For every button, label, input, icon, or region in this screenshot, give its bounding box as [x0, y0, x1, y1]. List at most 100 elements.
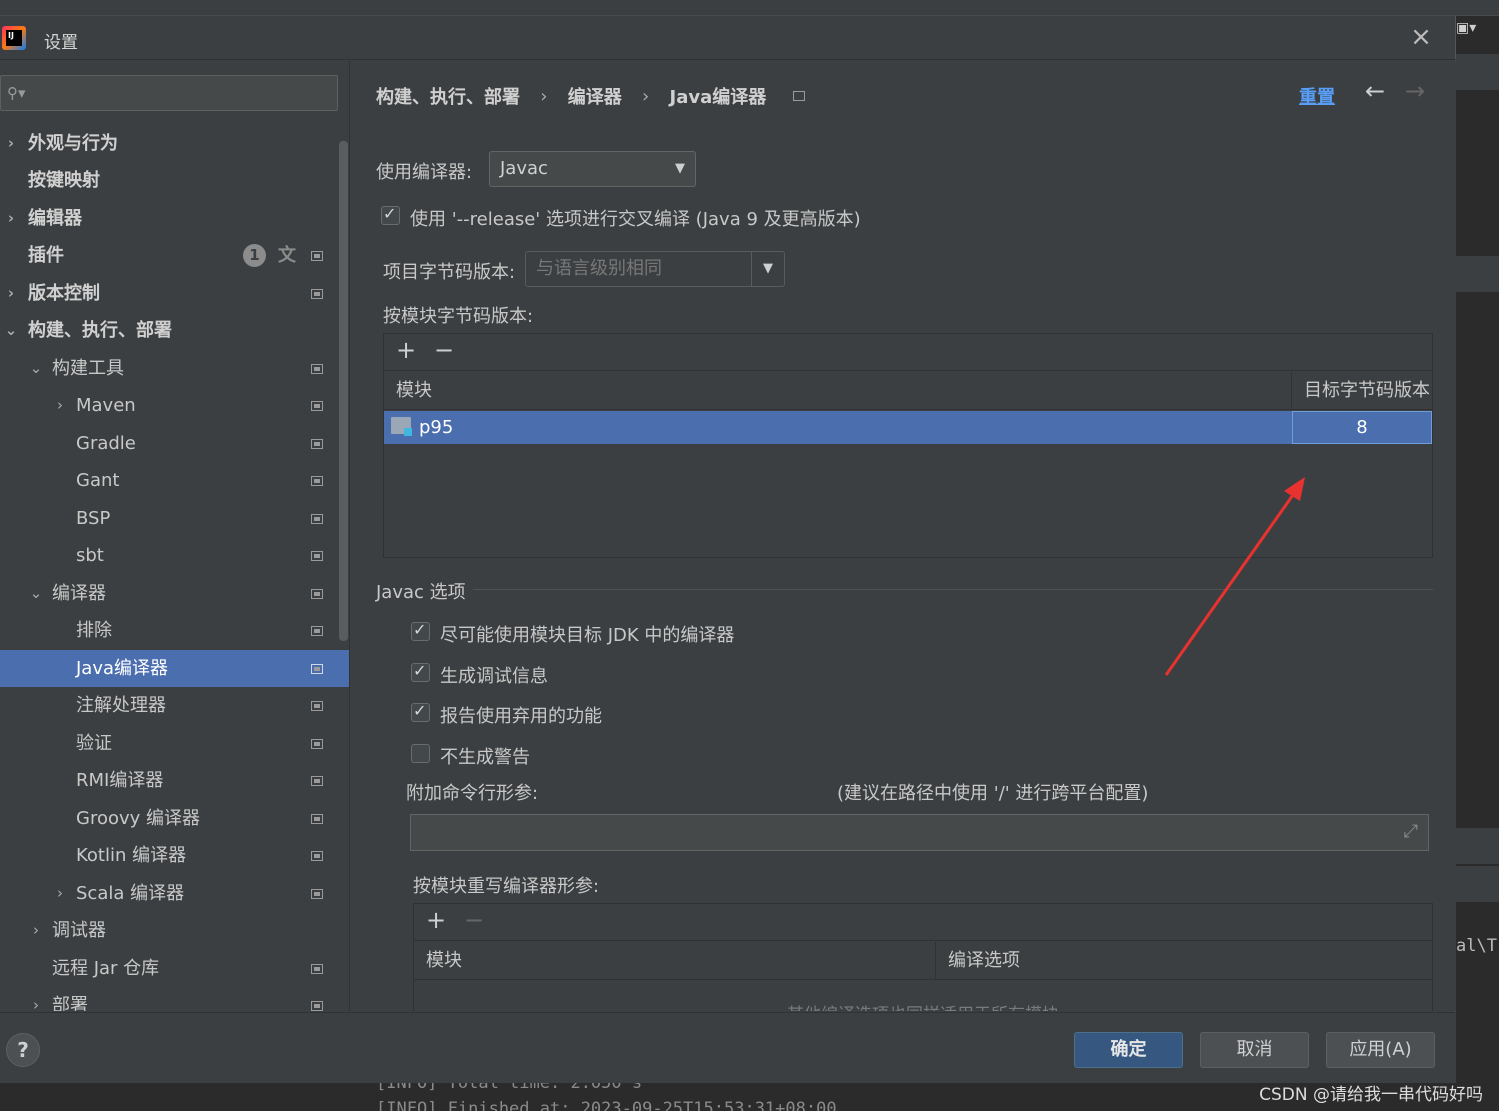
sidebar-item-maven[interactable]: › Maven: [0, 387, 349, 424]
back-arrow-icon[interactable]: ←: [1365, 77, 1385, 105]
sidebar-item-plugins[interactable]: 插件 1 文: [0, 237, 349, 274]
project-scope-icon: [311, 251, 323, 261]
compiler-select[interactable]: Javac ▼: [489, 151, 696, 187]
ide-background-text: al\T: [1456, 936, 1497, 956]
checkmark-icon: ✓: [413, 701, 427, 720]
close-icon[interactable]: ×: [1407, 24, 1435, 52]
remove-icon[interactable]: −: [434, 336, 454, 364]
sidebar-item-gant[interactable]: Gant: [0, 462, 349, 499]
forward-arrow-icon[interactable]: →: [1405, 77, 1425, 105]
table-row[interactable]: p95 8: [384, 411, 1432, 444]
sidebar-item-build[interactable]: ⌄ 构建、执行、部署: [0, 312, 349, 349]
dialog-footer: ? 确定 取消 应用(A): [0, 1012, 1456, 1083]
breadcrumb: 构建、执行、部署 › 编译器 › Java编译器: [376, 83, 805, 109]
sidebar-item-rmi-compiler[interactable]: RMI编译器: [0, 762, 349, 799]
release-option-checkbox[interactable]: ✓: [381, 204, 400, 225]
table-toolbar: + −: [414, 904, 1432, 941]
sidebar-item-deployment[interactable]: › 部署: [0, 987, 349, 1011]
sidebar-item-gradle[interactable]: Gradle: [0, 425, 349, 462]
sidebar-item-java-compiler[interactable]: Java编译器: [0, 650, 349, 687]
project-scope-icon: [311, 401, 323, 411]
option-label: 尽可能使用模块目标 JDK 中的编译器: [440, 625, 735, 646]
console-line: [INFO] Finished at: 2023-09-25T15:53:31+…: [376, 1099, 837, 1111]
expand-icon[interactable]: ⤢: [1404, 821, 1418, 842]
sidebar-item-sbt[interactable]: sbt: [0, 537, 349, 574]
update-count-badge: 1: [243, 244, 266, 267]
add-icon[interactable]: +: [396, 336, 416, 364]
sidebar-item-bsp[interactable]: BSP: [0, 500, 349, 537]
option-label: 生成调试信息: [440, 666, 548, 687]
use-compiler-label: 使用编译器:: [376, 162, 473, 183]
compiler-select-value: Javac: [500, 158, 548, 179]
project-scope-icon: [311, 551, 323, 561]
ok-button[interactable]: 确定: [1074, 1032, 1183, 1068]
extra-args-input[interactable]: ⤢: [410, 814, 1429, 851]
empty-table-text: 其他编译选项也同样适用于所有模块: [414, 1000, 1432, 1011]
project-scope-icon: [311, 289, 323, 299]
javac-section-title: Javac 选项: [376, 582, 466, 603]
table-header: 模块 目标字节码版本: [384, 372, 1432, 410]
column-header-target-version[interactable]: 目标字节码版本: [1292, 372, 1432, 410]
project-scope-icon: [311, 589, 323, 599]
settings-dialog: IJ 设置 × ⚲▾ › 外观与行为 按键映射 › 编辑器 插件 1 文 › 版…: [0, 16, 1456, 1083]
deprecation-checkbox[interactable]: ✓: [411, 701, 430, 722]
sidebar-item-editor[interactable]: › 编辑器: [0, 200, 349, 237]
module-name: p95: [419, 417, 454, 438]
override-params-label: 按模块重写编译器形参:: [413, 876, 600, 897]
target-version-cell[interactable]: 8: [1292, 411, 1432, 444]
apply-button[interactable]: 应用(A): [1326, 1032, 1435, 1068]
sidebar-item-remote-jar[interactable]: 远程 Jar 仓库: [0, 950, 349, 987]
module-marker-icon: [404, 428, 412, 436]
translate-icon: 文: [278, 245, 296, 266]
cancel-button[interactable]: 取消: [1200, 1032, 1309, 1068]
sidebar-item-appearance[interactable]: › 外观与行为: [0, 125, 349, 162]
project-scope-icon: [311, 701, 323, 711]
project-scope-icon: [311, 439, 323, 449]
settings-content: 构建、执行、部署 › 编译器 › Java编译器 重置 ← → 使用编译器: J…: [351, 61, 1456, 1011]
chevron-right-icon: ›: [7, 134, 15, 152]
project-scope-icon: [311, 626, 323, 636]
project-scope-icon: [311, 851, 323, 861]
chevron-down-icon: ⌄: [29, 359, 43, 377]
settings-search[interactable]: ⚲▾: [0, 75, 338, 111]
csdn-watermark: CSDN @请给我一串代码好吗: [1259, 1085, 1483, 1105]
breadcrumb-separator: ›: [540, 85, 548, 107]
project-bytecode-label: 项目字节码版本:: [383, 262, 516, 283]
sidebar-item-kotlin-compiler[interactable]: Kotlin 编译器: [0, 837, 349, 874]
add-icon[interactable]: +: [426, 906, 446, 934]
sidebar-item-validation[interactable]: 验证: [0, 725, 349, 762]
no-warnings-checkbox[interactable]: [411, 744, 430, 763]
sidebar-item-compiler[interactable]: ⌄ 编译器: [0, 575, 349, 612]
sidebar-item-excludes[interactable]: 排除: [0, 612, 349, 649]
column-header-module[interactable]: 模块: [414, 942, 936, 980]
sidebar-item-scala-compiler[interactable]: › Scala 编译器: [0, 875, 349, 912]
option-label: 报告使用弃用的功能: [440, 706, 602, 727]
checkmark-icon: ✓: [413, 661, 427, 680]
sidebar-item-build-tools[interactable]: ⌄ 构建工具: [0, 350, 349, 387]
chevron-right-icon: ›: [57, 884, 63, 902]
sidebar-item-vcs[interactable]: › 版本控制: [0, 275, 349, 312]
reset-link[interactable]: 重置: [1299, 83, 1335, 109]
sidebar-item-debugger[interactable]: › 调试器: [0, 912, 349, 949]
search-input[interactable]: [31, 80, 331, 106]
project-bytecode-select[interactable]: 与语言级别相同 ▼: [525, 251, 785, 287]
table-header: 模块 编译选项: [414, 942, 1432, 980]
column-header-compile-options[interactable]: 编译选项: [936, 942, 1431, 980]
debug-info-checkbox[interactable]: ✓: [411, 661, 430, 682]
chevron-right-icon: ›: [7, 284, 15, 302]
sidebar-item-keymap[interactable]: 按键映射: [0, 162, 349, 199]
dropdown-arrow-icon: ▼: [675, 161, 685, 176]
project-scope-icon: [311, 739, 323, 749]
sidebar-item-annotation-processors[interactable]: 注解处理器: [0, 687, 349, 724]
sidebar-item-groovy-compiler[interactable]: Groovy 编译器: [0, 800, 349, 837]
per-module-bytecode-table: + − 模块 目标字节码版本 p95 8: [383, 333, 1433, 558]
remove-icon[interactable]: −: [464, 906, 484, 934]
project-scope-icon: [311, 964, 323, 974]
help-button[interactable]: ?: [6, 1033, 40, 1067]
project-scope-icon: [311, 814, 323, 824]
project-bytecode-value: 与语言级别相同: [536, 258, 662, 279]
release-option-label: 使用 '--release' 选项进行交叉编译 (Java 9 及更高版本): [410, 209, 861, 230]
column-header-module[interactable]: 模块: [384, 372, 1292, 410]
use-module-jdk-checkbox[interactable]: ✓: [411, 620, 430, 641]
intellij-logo-icon: IJ: [2, 26, 26, 50]
